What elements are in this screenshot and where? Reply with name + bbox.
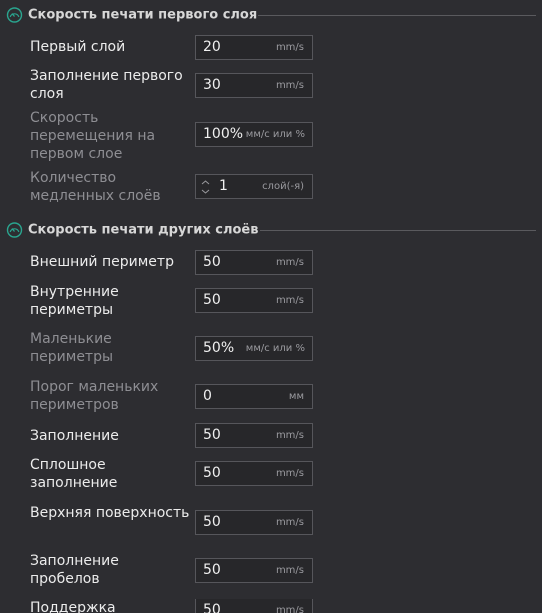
speedometer-icon — [6, 222, 23, 238]
field-unit: mm/s — [275, 257, 304, 268]
setting-row-top-surface: Верхняя поверхность 50 mm/s — [0, 504, 542, 542]
field-unit: мм/с или % — [245, 129, 305, 140]
setting-row-solid-infill: Сплошное заполнение 50 mm/s — [0, 456, 542, 494]
field-value: 50% — [203, 340, 235, 356]
setting-label: Заполнение пробелов — [30, 553, 119, 587]
infill-speed-input[interactable]: 50 mm/s — [195, 423, 313, 448]
setting-row-first-layer-travel: Скорость перемещения на первом слое 100%… — [0, 109, 542, 163]
section-title: Скорость печати первого слоя — [28, 7, 258, 23]
setting-label: Маленькие периметры — [30, 331, 114, 365]
setting-row-inner-perimeters: Внутренние периметры 50 mm/s — [0, 283, 542, 321]
field-value: 30 — [203, 77, 221, 93]
first-layer-travel-speed-input[interactable]: 100% мм/с или % — [195, 122, 313, 147]
field-unit: mm/s — [275, 42, 304, 53]
stepper-arrows-icon[interactable] — [200, 177, 211, 197]
field-unit: мм/с или % — [245, 343, 305, 354]
setting-label: Верхняя поверхность — [30, 505, 190, 521]
setting-row-small-perimeter-threshold: Порог маленьких периметров 0 мм — [0, 378, 542, 416]
setting-label: Внешний периметр — [30, 254, 174, 270]
setting-label: Заполнение первого слоя — [30, 68, 183, 102]
setting-label: Заполнение — [30, 428, 119, 444]
field-unit: mm/s — [275, 295, 304, 306]
first-layer-speed-input[interactable]: 20 mm/s — [195, 35, 313, 60]
setting-row-first-layer-infill: Заполнение первого слоя 30 mm/s — [0, 67, 542, 105]
setting-label: Скорость перемещения на первом слое — [30, 110, 156, 162]
setting-row-support: Поддержка 50 mm/s — [0, 599, 542, 613]
field-unit: mm/s — [275, 565, 304, 576]
small-perimeter-threshold-input[interactable]: 0 мм — [195, 384, 313, 409]
field-value: 0 — [203, 388, 212, 404]
setting-label: Первый слой — [30, 39, 126, 55]
field-value: 100% — [203, 126, 244, 142]
setting-label: Количество медленных слоёв — [30, 170, 161, 204]
field-value: 50 — [203, 465, 221, 481]
field-value: 50 — [203, 514, 221, 530]
setting-row-slow-layers: Количество медленных слоёв 1 слой(-я) — [0, 169, 542, 207]
section-header-first-layer-speed: Скорость печати первого слоя — [0, 2, 542, 28]
field-unit: mm/s — [275, 517, 304, 528]
inner-perimeters-speed-input[interactable]: 50 mm/s — [195, 288, 313, 313]
field-value: 1 — [219, 178, 228, 194]
setting-label: Поддержка — [30, 600, 116, 613]
section-divider — [258, 15, 536, 16]
section-title: Скорость печати других слоёв — [28, 222, 259, 238]
speedometer-icon — [6, 7, 23, 23]
field-unit: mm/s — [275, 605, 304, 613]
setting-row-infill: Заполнение 50 mm/s — [0, 423, 542, 449]
setting-row-gap-fill: Заполнение пробелов 50 mm/s — [0, 552, 542, 590]
section-divider — [260, 230, 536, 231]
solid-infill-speed-input[interactable]: 50 mm/s — [195, 461, 313, 486]
field-unit: mm/s — [275, 80, 304, 91]
field-value: 50 — [203, 427, 221, 443]
field-unit: mm/s — [275, 430, 304, 441]
outer-perimeter-speed-input[interactable]: 50 mm/s — [195, 250, 313, 275]
setting-label: Сплошное заполнение — [30, 457, 118, 491]
field-unit: мм — [288, 391, 304, 402]
setting-row-outer-perimeter: Внешний периметр 50 mm/s — [0, 250, 542, 276]
setting-label: Внутренние периметры — [30, 284, 119, 318]
field-value: 50 — [203, 292, 221, 308]
field-value: 50 — [203, 602, 221, 613]
setting-label: Порог маленьких периметров — [30, 379, 159, 413]
setting-row-first-layer: Первый слой 20 mm/s — [0, 35, 542, 61]
slow-layers-stepper[interactable]: 1 слой(-я) — [195, 174, 313, 199]
top-surface-speed-input[interactable]: 50 mm/s — [195, 510, 313, 535]
support-speed-input[interactable]: 50 mm/s — [195, 599, 313, 613]
setting-row-small-perimeters: Маленькие периметры 50% мм/с или % — [0, 330, 542, 368]
small-perimeters-speed-input[interactable]: 50% мм/с или % — [195, 336, 313, 361]
gap-fill-speed-input[interactable]: 50 mm/s — [195, 558, 313, 583]
first-layer-infill-speed-input[interactable]: 30 mm/s — [195, 73, 313, 98]
field-value: 20 — [203, 39, 221, 55]
section-header-other-layers-speed: Скорость печати других слоёв — [0, 217, 542, 243]
field-unit: слой(-я) — [262, 181, 304, 192]
field-value: 50 — [203, 254, 221, 270]
field-value: 50 — [203, 562, 221, 578]
field-unit: mm/s — [275, 468, 304, 479]
